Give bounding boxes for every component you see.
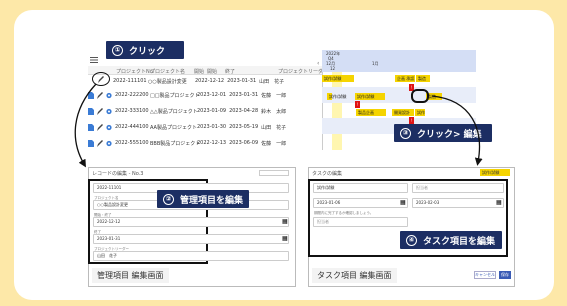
calendar-icon[interactable]: ▦: [496, 199, 502, 206]
left-caption: 管理項目 編集画面: [92, 268, 169, 283]
callout-text: 管理項目を編集: [180, 195, 244, 206]
leader-field[interactable]: 山田 花子: [93, 251, 289, 261]
callout-num: ②: [163, 193, 174, 205]
right-caption: タスク項目 編集画面: [312, 268, 397, 283]
callout-edit-manage: ② 管理項目を編集: [157, 190, 249, 208]
task-end-field[interactable]: 2023-02-03: [412, 198, 504, 208]
task-tag: 試作/試験: [480, 169, 510, 176]
start-date-field[interactable]: 2022-12-12: [93, 217, 289, 227]
save-button[interactable]: 保存: [499, 271, 511, 279]
task-name-field[interactable]: 試作/試験: [313, 183, 408, 193]
calendar-icon[interactable]: ▦: [282, 235, 288, 242]
calendar-icon[interactable]: ▦: [282, 218, 288, 225]
callout-edit-task: ④ タスク項目を編集: [400, 231, 502, 249]
calendar-icon[interactable]: ▦: [400, 199, 406, 206]
assignee-field[interactable]: 担当者: [412, 183, 504, 193]
cancel-button[interactable]: キャンセル: [474, 271, 496, 279]
task-start-field[interactable]: 2023-01-06: [313, 198, 408, 208]
callout-text: タスク項目を編集: [423, 236, 496, 247]
dialog-close-field[interactable]: [259, 170, 289, 176]
task-assignee-field[interactable]: 担当者: [313, 217, 408, 227]
task-note: 期間内に完了するか確認しましょう。: [314, 211, 374, 215]
end-date-field[interactable]: 2023-01-31: [93, 234, 289, 244]
dialog-title: タスクの編集: [312, 171, 343, 177]
dialog-title: レコードの編集 - No.3: [92, 171, 144, 177]
callout-num: ④: [406, 234, 417, 246]
